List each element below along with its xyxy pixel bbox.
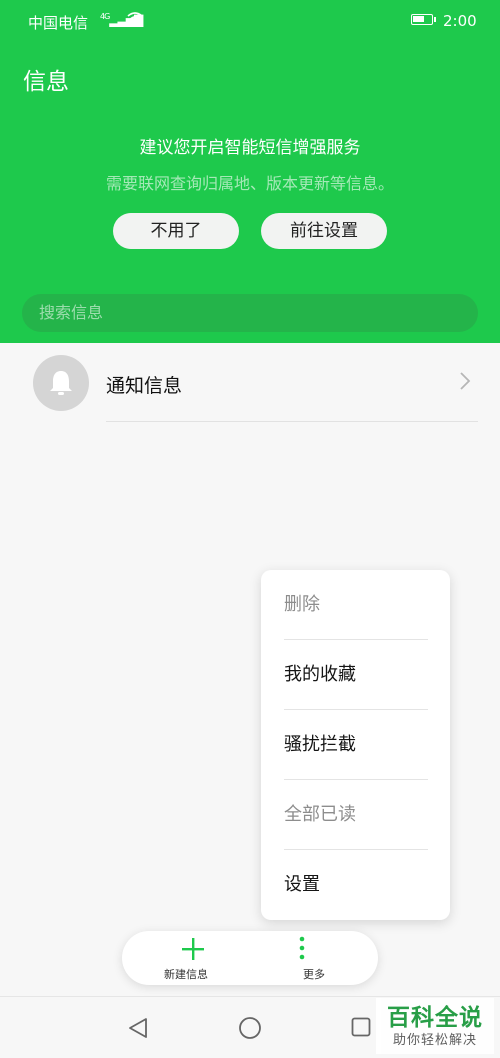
status-bar: 中国电信 4G▂▃▅▇ 2:00	[0, 0, 500, 42]
menu-item-settings[interactable]: 设置	[284, 850, 428, 920]
avatar	[33, 355, 89, 411]
search-input[interactable]: 搜索信息	[22, 294, 478, 332]
more-button[interactable]: 更多	[250, 931, 378, 985]
watermark-title: 百科全说	[387, 1005, 483, 1031]
decline-button[interactable]: 不用了	[113, 213, 239, 249]
more-vertical-icon	[299, 936, 305, 960]
recent-apps-icon[interactable]	[351, 1017, 371, 1037]
new-message-label: 新建信息	[164, 968, 208, 981]
carrier-label: 中国电信	[28, 14, 89, 32]
page-title: 信息	[23, 69, 69, 95]
back-icon[interactable]	[128, 1017, 148, 1039]
watermark-subtitle: 助你轻松解决	[392, 1033, 477, 1048]
menu-item-favorites[interactable]: 我的收藏	[284, 640, 428, 710]
battery-icon	[411, 14, 436, 25]
divider	[106, 421, 478, 422]
bottom-action-bar: 新建信息 更多	[122, 931, 378, 985]
new-message-button[interactable]: 新建信息	[122, 931, 250, 985]
wifi-icon	[127, 11, 143, 29]
conversation-title: 通知信息	[106, 375, 183, 397]
go-to-settings-button[interactable]: 前往设置	[261, 213, 387, 249]
more-label: 更多	[303, 968, 325, 981]
menu-item-mark-all-read[interactable]: 全部已读	[284, 780, 428, 850]
clock: 2:00	[443, 12, 477, 30]
chevron-right-icon	[459, 371, 471, 397]
menu-item-spam-block[interactable]: 骚扰拦截	[284, 710, 428, 780]
bell-icon	[50, 371, 72, 395]
promo-title: 建议您开启智能短信增强服务	[139, 138, 361, 158]
network-type: 4G	[100, 12, 110, 21]
plus-icon	[182, 938, 204, 960]
promo-subtitle: 需要联网查询归属地、版本更新等信息。	[105, 174, 394, 193]
watermark: 百科全说 助你轻松解决	[376, 998, 494, 1054]
menu-item-delete[interactable]: 删除	[284, 570, 428, 640]
home-icon[interactable]	[238, 1016, 262, 1040]
overflow-menu: 删除 我的收藏 骚扰拦截 全部已读 设置	[261, 570, 450, 920]
